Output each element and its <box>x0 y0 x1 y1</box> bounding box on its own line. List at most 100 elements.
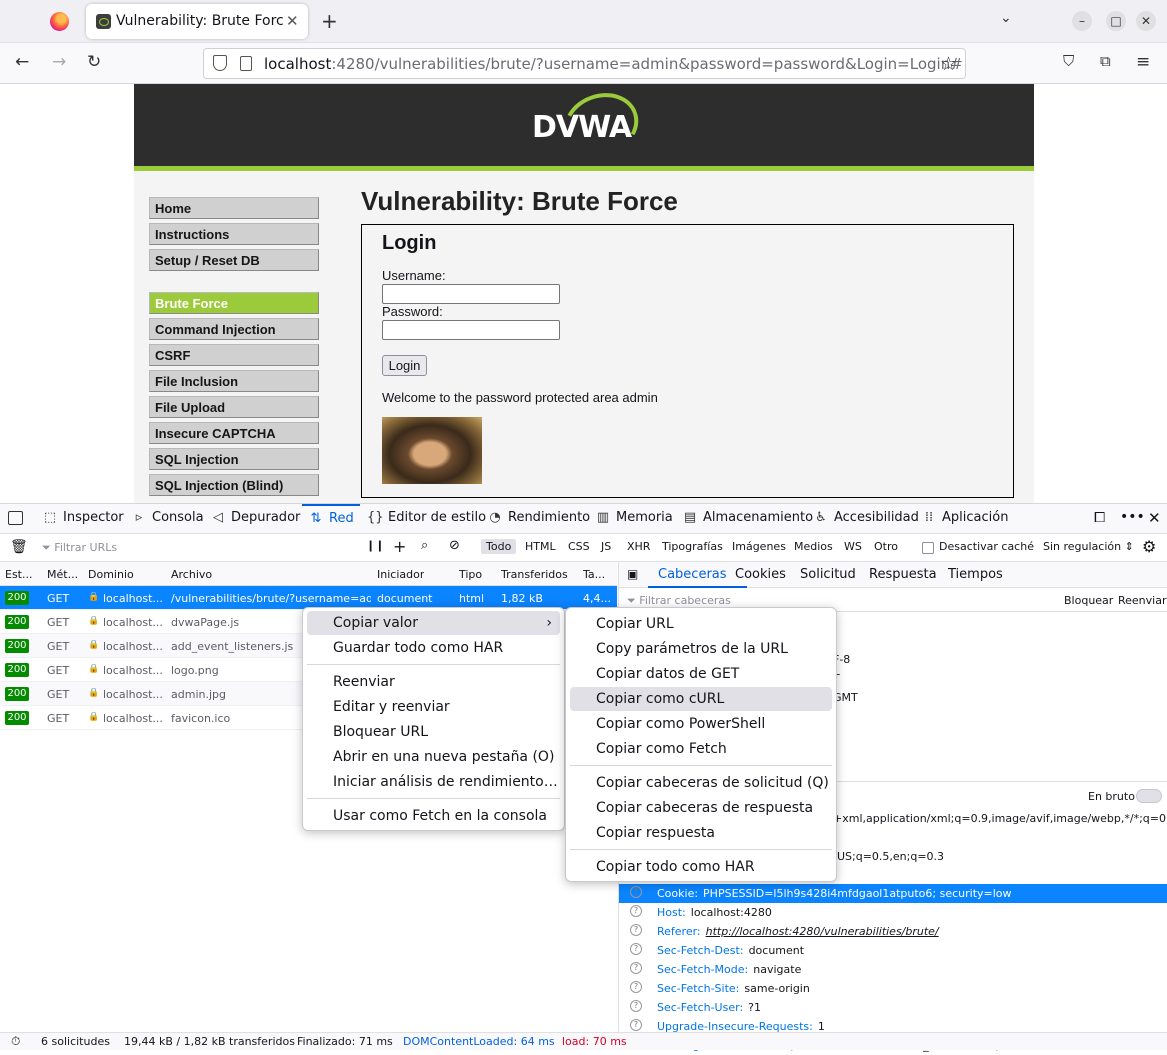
menu-command-injection[interactable]: Command Injection <box>149 318 319 340</box>
header-row[interactable]: ? Sec-Fetch-Mode: navigate <box>619 960 1167 979</box>
element-picker-icon[interactable] <box>8 511 23 525</box>
menu-sql-injection[interactable]: SQL Injection <box>149 448 319 470</box>
use-as-fetch-item[interactable]: Usar como Fetch en la consola <box>307 804 560 828</box>
help-icon[interactable]: ? <box>630 905 642 917</box>
help-icon[interactable]: ? <box>630 1019 642 1031</box>
throttling-select[interactable]: Sin regulación ⇕ <box>1043 540 1134 553</box>
tab-network[interactable]: ⇅ Red <box>302 504 360 534</box>
copy-as-curl-item[interactable]: Copiar como cURL <box>570 687 832 711</box>
tab-timings[interactable]: Tiempos <box>948 567 1003 582</box>
filter-images[interactable]: Imágenes <box>732 540 786 553</box>
menu-sql-injection-blind[interactable]: SQL Injection (Blind) <box>149 474 319 496</box>
tab-debugger[interactable]: ◁ Depurador <box>210 504 300 534</box>
close-devtools-icon[interactable]: ✕ <box>1148 509 1161 527</box>
more-options-icon[interactable]: ••• <box>1120 509 1145 525</box>
minimize-icon[interactable]: – <box>1072 11 1092 31</box>
col-type[interactable]: Tipo <box>459 568 482 581</box>
copy-value-item[interactable]: Copiar valor › <box>307 611 560 635</box>
filter-fonts[interactable]: Tipografías <box>662 540 723 553</box>
help-icon[interactable]: ? <box>630 924 642 936</box>
header-row[interactable]: ? Referer: http://localhost:4280/vulnerabi… <box>619 922 1167 941</box>
tab-memory[interactable]: ▥ Memoria <box>595 504 673 534</box>
raw-toggle-switch[interactable] <box>1136 789 1162 803</box>
tab-application[interactable]: ⁞⁞ Aplicación <box>921 504 1009 534</box>
help-icon[interactable]: ? <box>630 962 642 974</box>
disable-cache-checkbox[interactable] <box>922 542 934 554</box>
back-icon[interactable]: ← <box>15 52 29 72</box>
help-icon[interactable]: ? <box>630 981 642 993</box>
tab-response[interactable]: Respuesta <box>869 567 937 582</box>
pocket-icon[interactable]: ⛉ <box>1063 52 1074 70</box>
filter-html[interactable]: HTML <box>525 540 556 553</box>
copy-all-har-item[interactable]: Copiar todo como HAR <box>570 855 832 879</box>
tab-performance[interactable]: ◔ Rendimiento <box>487 504 590 534</box>
list-all-tabs-icon[interactable]: ⌄ <box>1000 10 1012 26</box>
tab-storage[interactable]: ▤ Almacenamiento <box>682 504 813 534</box>
search-icon[interactable]: ⌕ <box>421 538 428 553</box>
filter-headers-input[interactable]: ⏷ Filtrar cabeceras <box>627 594 731 608</box>
forward-icon[interactable]: → <box>52 52 66 72</box>
col-size[interactable]: Ta... <box>583 568 605 581</box>
filter-ws[interactable]: WS <box>844 540 862 553</box>
copy-get-data-item[interactable]: Copiar datos de GET <box>570 662 832 686</box>
url-bar[interactable]: localhost:4280/vulnerabilities/brute/?us… <box>203 48 966 79</box>
header-row[interactable]: ? Host: localhost:4280 <box>619 903 1167 922</box>
tab-request[interactable]: Solicitud <box>800 567 856 582</box>
menu-insecure-captcha[interactable]: Insecure CAPTCHA <box>149 422 319 444</box>
menu-hamburger-icon[interactable]: ≡ <box>1136 52 1150 72</box>
block-icon[interactable]: ⊘ <box>449 538 460 553</box>
tab-style-editor[interactable]: {} Editor de estilo <box>367 504 486 534</box>
block-url-item[interactable]: Bloquear URL <box>307 720 560 744</box>
copy-url-item[interactable]: Copiar URL <box>570 612 832 636</box>
copy-request-headers-item[interactable]: Copiar cabeceras de solicitud (Q) <box>570 771 832 795</box>
maximize-icon[interactable]: □ <box>1106 11 1126 31</box>
page-info-icon[interactable] <box>240 56 252 71</box>
col-domain[interactable]: Dominio <box>88 568 134 581</box>
filter-css[interactable]: CSS <box>568 540 590 553</box>
help-icon[interactable]: ? <box>630 943 642 955</box>
col-method[interactable]: Mét... <box>47 568 81 581</box>
filter-other[interactable]: Otro <box>874 540 898 553</box>
resend-item[interactable]: Reenviar <box>307 670 560 694</box>
dock-side-icon[interactable]: ⧠ <box>1094 510 1105 526</box>
tab-accessibility[interactable]: ♿ Accesibilidad <box>813 504 919 534</box>
menu-file-upload[interactable]: File Upload <box>149 396 319 418</box>
menu-file-inclusion[interactable]: File Inclusion <box>149 370 319 392</box>
filter-media[interactable]: Medios <box>794 540 833 553</box>
header-row[interactable]: ? Sec-Fetch-Site: same-origin <box>619 979 1167 998</box>
pause-icon[interactable]: ❙❙ <box>366 539 384 552</box>
copy-as-powershell-item[interactable]: Copiar como PowerShell <box>570 712 832 736</box>
filter-xhr[interactable]: XHR <box>627 540 650 553</box>
block-button[interactable]: Bloquear <box>1064 594 1113 607</box>
password-input[interactable] <box>382 320 560 340</box>
copy-response-item[interactable]: Copiar respuesta <box>570 821 832 845</box>
menu-brute-force[interactable]: Brute Force <box>149 292 319 314</box>
extensions-icon[interactable]: ⧉ <box>1100 52 1111 70</box>
tab-cookies[interactable]: Cookies <box>735 567 786 582</box>
col-transferred[interactable]: Transferidos <box>501 568 568 581</box>
tracking-protection-shield-icon[interactable] <box>213 55 227 71</box>
trash-icon[interactable]: 🗑 <box>10 539 28 555</box>
menu-home[interactable]: Home <box>149 197 319 219</box>
performance-stopwatch-icon[interactable]: ⏱ <box>11 1034 20 1049</box>
col-initiator[interactable]: Iniciador <box>377 568 424 581</box>
header-row[interactable]: ? Cookie: PHPSESSID=l5lh9s428i4mfdgaol1atp… <box>619 884 1167 903</box>
close-tab-icon[interactable]: ✕ <box>286 12 299 30</box>
menu-instructions[interactable]: Instructions <box>149 223 319 245</box>
edit-and-resend-item[interactable]: Editar y reenviar <box>307 695 560 719</box>
col-status[interactable]: Est... <box>5 568 39 581</box>
network-settings-gear-icon[interactable]: ⚙ <box>1142 537 1156 556</box>
header-row[interactable]: ? Sec-Fetch-User: ?1 <box>619 998 1167 1017</box>
firefox-icon[interactable] <box>50 12 69 31</box>
login-button[interactable]: Login <box>382 355 427 376</box>
filter-all[interactable]: Todo <box>481 539 517 554</box>
add-request-icon[interactable]: + <box>393 537 406 556</box>
new-tab-icon[interactable]: + <box>321 9 338 33</box>
reload-icon[interactable]: ↻ <box>87 52 101 72</box>
toggle-sidebar-icon[interactable]: ▣ <box>627 567 638 581</box>
menu-csrf[interactable]: CSRF <box>149 344 319 366</box>
username-input[interactable] <box>382 284 560 304</box>
help-icon[interactable]: ? <box>630 886 642 898</box>
close-window-icon[interactable]: ✕ <box>1136 11 1156 31</box>
filter-urls-input[interactable]: ⏷ Filtrar URLs <box>42 541 117 555</box>
